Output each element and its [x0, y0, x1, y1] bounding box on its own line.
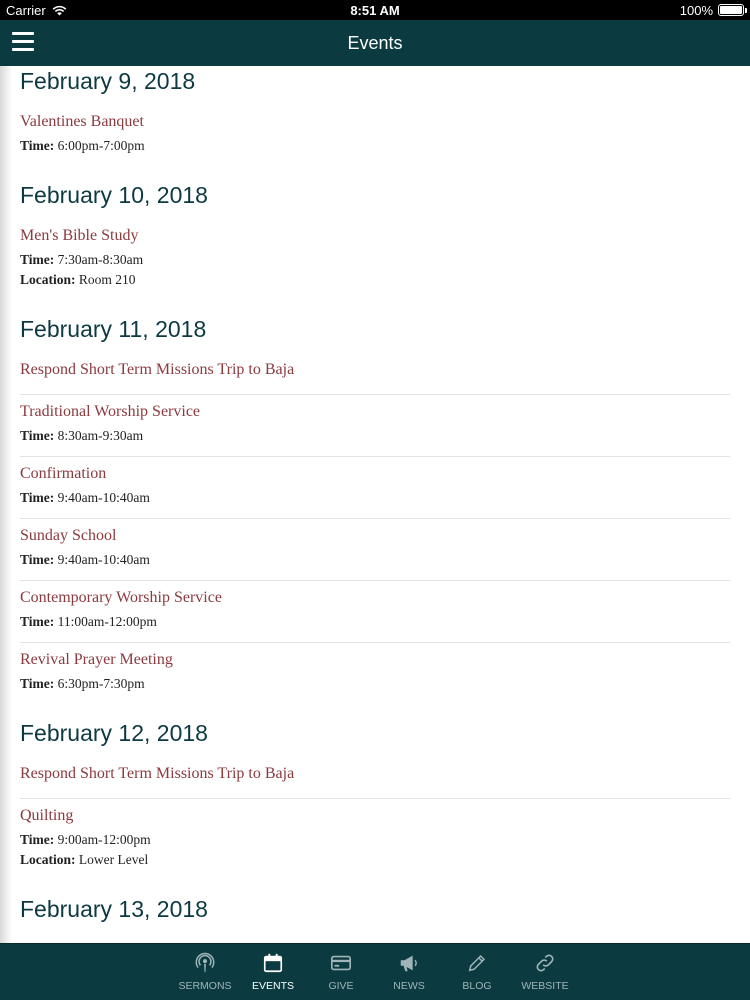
- event-title[interactable]: Confirmation: [20, 465, 730, 483]
- carrier-label: Carrier: [6, 2, 46, 18]
- event-time: Time: 6:00pm-7:00pm: [20, 136, 730, 156]
- tab-bar: SERMONS EVENTS GIVE NEWS BLOG WEBSITE: [0, 943, 750, 1000]
- time-label: Time:: [20, 252, 55, 267]
- status-time: 8:51 AM: [350, 2, 400, 18]
- day-section: February 10, 2018 Men's Bible Study Time: …: [20, 180, 730, 300]
- tab-website[interactable]: WEBSITE: [514, 952, 576, 992]
- day-section: February 13, 2018: [20, 894, 730, 923]
- event-item[interactable]: Respond Short Term Missions Trip to Baja: [20, 757, 730, 799]
- event-item[interactable]: Contemporary Worship Service Time: 11:00a…: [20, 581, 730, 643]
- event-title[interactable]: Contemporary Worship Service: [20, 589, 730, 607]
- event-item[interactable]: Confirmation Time: 9:40am-10:40am: [20, 457, 730, 519]
- location-label: Location:: [20, 852, 76, 867]
- events-list[interactable]: February 9, 2018 Valentines Banquet Time: …: [0, 66, 750, 943]
- day-header: February 13, 2018: [20, 896, 208, 922]
- event-time: Time: 7:30am-8:30am: [20, 250, 730, 270]
- event-item[interactable]: Men's Bible Study Time: 7:30am-8:30am Loca…: [20, 219, 730, 300]
- battery-percent: 100%: [679, 2, 713, 18]
- time-label: Time:: [20, 614, 55, 629]
- tab-label: EVENTS: [251, 980, 294, 992]
- calendar-icon: [262, 952, 284, 980]
- event-item[interactable]: Traditional Worship Service Time: 8:30am-…: [20, 395, 730, 457]
- event-title[interactable]: Men's Bible Study: [20, 227, 730, 245]
- event-time: Time: 9:40am-10:40am: [20, 550, 730, 570]
- time-value: 9:40am-10:40am: [57, 552, 150, 567]
- tab-blog[interactable]: BLOG: [446, 952, 508, 992]
- event-location: Location: Lower Level: [20, 850, 730, 870]
- time-value: 6:30pm-7:30pm: [57, 676, 145, 691]
- tab-give[interactable]: GIVE: [310, 952, 372, 992]
- event-title[interactable]: Respond Short Term Missions Trip to Baja: [20, 361, 730, 379]
- event-time: Time: 9:00am-12:00pm: [20, 830, 730, 850]
- wifi-icon: [52, 5, 67, 15]
- event-title[interactable]: Revival Prayer Meeting: [20, 651, 730, 669]
- event-title[interactable]: Quilting: [20, 807, 730, 825]
- tab-label: NEWS: [393, 980, 425, 992]
- day-section: February 12, 2018 Respond Short Term Miss…: [20, 718, 730, 880]
- event-time: Time: 9:40am-10:40am: [20, 488, 730, 508]
- status-left: Carrier: [6, 3, 67, 18]
- time-value: 9:40am-10:40am: [57, 490, 150, 505]
- event-title[interactable]: Sunday School: [20, 527, 730, 545]
- day-header: February 9, 2018: [20, 68, 196, 94]
- link-icon: [534, 952, 556, 980]
- time-value: 8:30am-9:30am: [57, 428, 144, 443]
- event-item[interactable]: Quilting Time: 9:00am-12:00pm Location: Lo…: [20, 799, 730, 880]
- time-label: Time:: [20, 832, 55, 847]
- location-value: Room 210: [78, 272, 136, 287]
- event-title[interactable]: Respond Short Term Missions Trip to Baja: [20, 765, 730, 783]
- event-title[interactable]: Valentines Banquet: [20, 113, 730, 131]
- time-label: Time:: [20, 676, 55, 691]
- time-label: Time:: [20, 552, 55, 567]
- time-label: Time:: [20, 428, 55, 443]
- tab-events[interactable]: EVENTS: [242, 952, 304, 992]
- tab-sermons[interactable]: SERMONS: [174, 952, 236, 992]
- battery-icon: [718, 4, 747, 16]
- day-section: February 9, 2018 Valentines Banquet Time: …: [20, 66, 730, 166]
- time-value: 11:00am-12:00pm: [57, 614, 157, 629]
- time-label: Time:: [20, 490, 55, 505]
- day-header: February 10, 2018: [20, 182, 208, 208]
- time-label: Time:: [20, 138, 55, 153]
- tab-label: BLOG: [462, 980, 492, 992]
- megaphone-icon: [398, 952, 420, 980]
- tab-news[interactable]: NEWS: [378, 952, 440, 992]
- event-time: Time: 11:00am-12:00pm: [20, 612, 730, 632]
- event-item[interactable]: Revival Prayer Meeting Time: 6:30pm-7:30p…: [20, 643, 730, 704]
- day-header: February 12, 2018: [20, 720, 208, 746]
- page-title: Events: [347, 32, 403, 53]
- tab-label: WEBSITE: [521, 980, 569, 992]
- location-value: Lower Level: [78, 852, 149, 867]
- day-section: February 11, 2018 Respond Short Term Miss…: [20, 314, 730, 704]
- day-header: February 11, 2018: [20, 316, 207, 342]
- tab-label: GIVE: [328, 980, 354, 992]
- event-title[interactable]: Traditional Worship Service: [20, 403, 730, 421]
- event-item[interactable]: Respond Short Term Missions Trip to Baja: [20, 353, 730, 395]
- event-item[interactable]: Valentines Banquet Time: 6:00pm-7:00pm: [20, 105, 730, 166]
- event-time: Time: 6:30pm-7:30pm: [20, 674, 730, 694]
- nav-bar: Events: [0, 20, 750, 66]
- time-value: 9:00am-12:00pm: [57, 832, 151, 847]
- event-item[interactable]: Sunday School Time: 9:40am-10:40am: [20, 519, 730, 581]
- status-bar: Carrier 8:51 AM 100%: [0, 0, 750, 20]
- event-time: Time: 8:30am-9:30am: [20, 426, 730, 446]
- time-value: 6:00pm-7:00pm: [57, 138, 145, 153]
- podcast-icon: [194, 952, 216, 980]
- hamburger-menu-icon[interactable]: [12, 32, 34, 52]
- location-label: Location:: [20, 272, 76, 287]
- time-value: 7:30am-8:30am: [57, 252, 144, 267]
- tab-label: SERMONS: [178, 980, 232, 992]
- event-location: Location: Room 210: [20, 270, 730, 290]
- credit-card-icon: [330, 952, 352, 980]
- status-right: 100%: [679, 2, 747, 18]
- pencil-icon: [466, 952, 488, 980]
